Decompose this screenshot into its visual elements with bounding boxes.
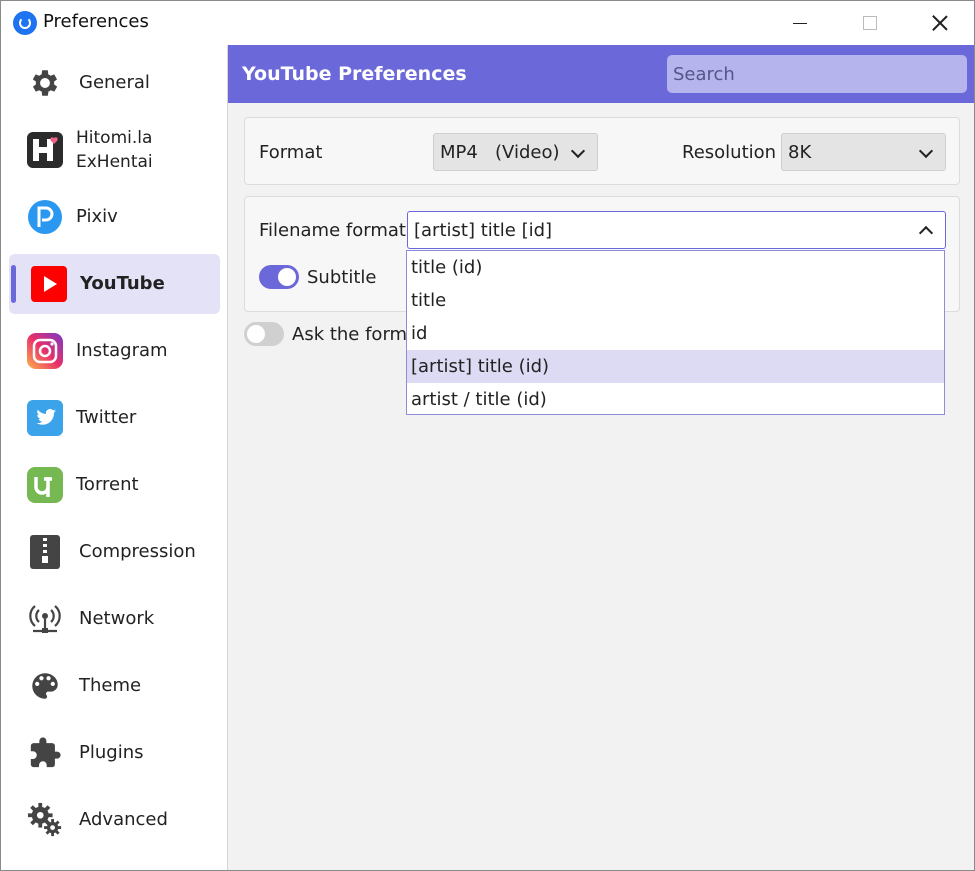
maximize-button[interactable] [835, 1, 905, 45]
active-indicator [11, 265, 16, 303]
filename-format-combobox[interactable]: [artist] title [id] [407, 211, 946, 249]
resolution-select[interactable]: 8K [781, 133, 946, 171]
sidebar-item-label: Compression [79, 541, 196, 562]
dropdown-option[interactable]: id [407, 317, 944, 350]
close-button[interactable] [905, 1, 974, 45]
instagram-icon [27, 333, 63, 369]
twitter-icon [27, 400, 63, 436]
sidebar-item-youtube[interactable]: YouTube [9, 254, 220, 314]
utorrent-icon [27, 467, 63, 503]
title-bar: Preferences [1, 1, 974, 45]
chevron-down-icon [918, 143, 934, 159]
sidebar-item-compression[interactable]: Compression [9, 522, 220, 582]
filename-format-value: [artist] title [id] [414, 219, 553, 241]
preferences-window: Preferences General Hitomi.la ExHentai P… [0, 0, 975, 871]
format-select[interactable]: MP4 (Video) [433, 133, 598, 171]
dropdown-option[interactable]: artist / title (id) [407, 383, 944, 416]
resolution-label: Resolution [682, 142, 777, 163]
sidebar-item-label: Instagram [76, 340, 168, 361]
ask-format-label: Ask the forma [292, 324, 419, 345]
sidebar-item-label: General [79, 72, 150, 93]
palette-icon [27, 668, 63, 704]
app-icon [13, 11, 37, 35]
sidebar-item-pixiv[interactable]: Pixiv [9, 187, 220, 247]
page-title: YouTube Preferences [242, 63, 467, 85]
dropdown-option[interactable]: title [407, 284, 944, 317]
sidebar-item-label: Hitomi.la [76, 128, 153, 148]
minimize-icon [793, 22, 807, 24]
main-panel: YouTube Preferences Format MP4 (Video) R… [227, 45, 974, 870]
sidebar-item-label: Pixiv [76, 206, 118, 227]
format-label: Format [259, 142, 323, 163]
sidebar-item-label-secondary: ExHentai [76, 152, 153, 172]
resolution-value: 8K [788, 141, 812, 163]
sidebar-item-label: Theme [79, 675, 142, 696]
format-value: MP4 (Video) [440, 141, 560, 163]
search-input[interactable] [667, 55, 967, 93]
sidebar-item-general[interactable]: General [9, 53, 220, 113]
dropdown-option-highlighted[interactable]: [artist] title (id) [407, 350, 944, 383]
hitomi-icon [27, 132, 63, 168]
gear-icon [27, 65, 63, 101]
filename-format-dropdown: title (id) title id [artist] title (id) … [406, 250, 945, 415]
sidebar-item-torrent[interactable]: Torrent [9, 455, 220, 515]
gears-icon [27, 802, 63, 838]
sidebar: General Hitomi.la ExHentai Pixiv YouTube [1, 45, 227, 870]
maximize-icon [863, 16, 877, 30]
pixiv-icon [27, 199, 63, 235]
sidebar-item-twitter[interactable]: Twitter [9, 388, 220, 448]
panel-header: YouTube Preferences [228, 45, 974, 103]
sidebar-item-instagram[interactable]: Instagram [9, 321, 220, 381]
minimize-button[interactable] [765, 1, 835, 45]
subtitle-label: Subtitle [307, 267, 377, 288]
dropdown-option[interactable]: title (id) [407, 251, 944, 284]
close-icon [932, 15, 948, 31]
sidebar-item-label: Twitter [76, 407, 137, 428]
sidebar-item-label: Network [79, 608, 155, 629]
puzzle-icon [27, 735, 63, 771]
sidebar-item-label: YouTube [80, 273, 165, 294]
ask-format-toggle[interactable] [244, 322, 284, 346]
sidebar-item-theme[interactable]: Theme [9, 656, 220, 716]
subtitle-toggle[interactable] [259, 265, 299, 289]
sidebar-item-network[interactable]: Network [9, 589, 220, 649]
filename-format-label: Filename format [259, 220, 406, 241]
sidebar-item-plugins[interactable]: Plugins [9, 723, 220, 783]
network-icon [27, 601, 63, 637]
sidebar-item-label: Torrent [76, 474, 139, 495]
sidebar-item-label: Advanced [79, 809, 168, 830]
chevron-up-icon [918, 225, 934, 241]
youtube-icon [31, 266, 67, 302]
sidebar-item-label: Plugins [79, 742, 144, 763]
sidebar-item-hitomi[interactable]: Hitomi.la ExHentai [9, 120, 220, 180]
zip-archive-icon [27, 534, 63, 570]
sidebar-item-advanced[interactable]: Advanced [9, 790, 220, 850]
chevron-down-icon [570, 143, 586, 159]
format-card: Format MP4 (Video) Resolution 8K [244, 117, 960, 185]
window-title: Preferences [43, 11, 149, 32]
